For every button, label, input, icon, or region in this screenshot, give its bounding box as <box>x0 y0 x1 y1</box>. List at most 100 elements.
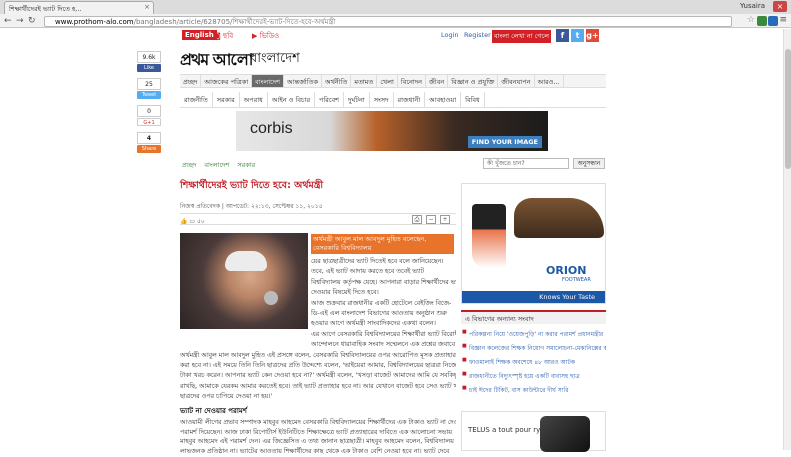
subnav-tab[interactable]: আবহাওয়া <box>425 92 462 107</box>
share-sidebar: 9.6k Like 25 Tweet 0 G+1 4 Share <box>137 51 161 159</box>
related-news-item[interactable]: রাজধানীতে বিদ্যুৎস্পৃষ্ট হয়ে একটি বাবাস… <box>461 371 606 382</box>
share-count: 4 <box>137 132 161 144</box>
subnav-tab[interactable]: রাজনীতি <box>180 92 213 107</box>
photo-link[interactable]: ◙ ছবি <box>214 30 233 42</box>
zoom-out-icon[interactable]: − <box>426 215 436 224</box>
nav-tab[interactable]: মতামত <box>351 75 378 87</box>
article-line: এর আগে বেসরকারি বিশ্ববিদ্যালয়ের শিক্ষার… <box>311 330 456 338</box>
article-line: হওয়ার আগে অর্থমন্ত্রী সাংবাদিকদের একথা … <box>311 320 436 328</box>
nav-tab[interactable]: বিনোদন <box>398 75 427 87</box>
article-subhead: ভ্যাট না দেওয়ার পরামর্শ <box>180 407 247 415</box>
related-news-item[interactable]: পরিকল্পনা নিয়ে 'ওয়েজপুড়ি' না করার পরা… <box>461 329 606 340</box>
nav-tab[interactable]: অর্থনীতি <box>322 75 352 87</box>
article-photo <box>180 233 308 329</box>
video-link[interactable]: ▶ ভিডিও <box>252 30 279 42</box>
subnav-tab[interactable]: আইন ও বিচার <box>268 92 316 107</box>
subnav-tab[interactable]: দুর্ঘটনা <box>344 92 370 107</box>
subnav-tab[interactable]: সরকার <box>213 92 240 107</box>
nav-tab[interactable]: জীবনযাপন <box>498 75 535 87</box>
breadcrumb-link[interactable]: বাংলাদেশ <box>204 161 229 169</box>
bookmark-star-icon[interactable]: ☆ <box>747 15 755 25</box>
article-line: করা হবে না। এই সময়ে তিনি তিনি ছাত্রদের … <box>180 362 456 369</box>
nav-tab[interactable]: খেলা <box>377 75 398 87</box>
breadcrumb-link[interactable]: প্রচ্ছদ <box>182 161 196 169</box>
orion-ad[interactable]: ORION FOOTWEAR Knows Your Taste <box>461 183 606 304</box>
share-button[interactable]: Share <box>137 145 161 153</box>
window-close-icon[interactable]: × <box>773 1 787 12</box>
facebook-icon[interactable]: f <box>556 29 569 42</box>
browser-toolbar: ← → ↻ www.prothom-alo.com/bangladesh/art… <box>0 14 791 28</box>
nav-tab[interactable]: জীবন <box>426 75 449 87</box>
tab-title: শিক্ষার্থীদেরই ভ্যাট দিতে হ... <box>9 5 82 13</box>
subnav-tab[interactable]: অপরাধ <box>240 92 268 107</box>
page-scrollbar[interactable] <box>783 29 791 450</box>
related-news-item[interactable]: চাই ঈদের টিকিট, বাস কাউন্টারে দীর্ঘ সারি <box>461 385 606 396</box>
article-line: অর্থমন্ত্রী আবুল মাল আবদুল মুহিত এই প্রস… <box>180 351 456 359</box>
nav-tab[interactable]: বিজ্ঞান ও প্রযুক্তি <box>448 75 499 87</box>
subnav-tab[interactable]: বিবিধ <box>461 92 485 107</box>
corbis-ad-banner[interactable]: corbis FIND YOUR IMAGE <box>236 111 548 151</box>
subnav-tab[interactable]: রাজধানী <box>394 92 426 107</box>
article-line: আন্দোলনে ধারাবাহিক সংবাদ সম্মেলনে এক প্র… <box>311 341 455 349</box>
print-icon[interactable]: ⎙ <box>412 215 422 224</box>
section-title: বাংলাদেশ <box>250 51 300 66</box>
url-path: /bangladesh/article/628705/শিক্ষার্থীদের… <box>133 18 336 26</box>
subnav-tab[interactable]: সংসদ <box>370 92 394 107</box>
search-button[interactable]: অনুসন্ধান <box>573 158 605 169</box>
comment-count: ৫০ <box>197 218 205 225</box>
sub-nav: রাজনীতি সরকার অপরাধ আইন ও বিচার পরিবেশ দুর্ঘট… <box>180 92 606 108</box>
photo-hair <box>225 251 267 271</box>
googleplus-icon[interactable]: g+ <box>586 29 599 42</box>
profile-name[interactable]: Yusaira <box>740 2 765 10</box>
extension-icon[interactable] <box>757 16 767 26</box>
scrollbar-thumb[interactable] <box>785 49 791 169</box>
english-link[interactable]: English <box>182 30 217 40</box>
subnav-tab[interactable]: পরিবেশ <box>315 92 344 107</box>
extension-icon[interactable] <box>768 16 778 26</box>
telus-ad[interactable]: TELUS a tout pour rythmer <box>461 411 606 452</box>
twitter-icon[interactable]: t <box>571 29 584 42</box>
page: 9.6k Like 25 Tweet 0 G+1 4 Share English… <box>0 29 791 455</box>
gplus-button[interactable]: G+1 <box>137 118 161 126</box>
register-link[interactable]: Register <box>464 31 491 39</box>
nav-tab[interactable]: প্রচ্ছদ <box>180 75 202 87</box>
zoom-in-icon[interactable]: + <box>440 215 450 224</box>
nav-tab[interactable]: বাংলাদেশ <box>252 75 285 87</box>
tab-close-icon[interactable]: × <box>144 3 150 11</box>
nav-tab[interactable]: আরও... <box>535 75 564 87</box>
bangla-typing-link[interactable]: বাংলা লেখা না গেলে <box>492 30 551 43</box>
browser-tab[interactable]: শিক্ষার্থীদেরই ভ্যাট দিতে হ... × <box>4 1 154 14</box>
breadcrumb-link[interactable]: সরকার <box>237 161 255 169</box>
back-icon[interactable]: ← <box>4 16 12 26</box>
ad-brand-orion: ORION <box>546 264 587 277</box>
search-input[interactable]: কী খুঁজতে চান? <box>483 158 569 169</box>
article-line: ডি-এই এল বাংলাদেশ বিভাগের আওতায় অনুষ্ঠা… <box>311 310 447 317</box>
related-news-item[interactable]: বিজ্ঞান কলেজের শিক্ষক নিয়োগ সমালোচনা-মে… <box>461 343 606 354</box>
comment-icon[interactable]: ▭ <box>189 218 195 225</box>
telus-phone-image <box>540 416 590 452</box>
photo-label: ছবি <box>223 32 234 40</box>
article-line: দেওয়ার বিষয়েই দিতে হবে। <box>311 289 379 297</box>
like-icon[interactable]: 👍 <box>180 218 187 225</box>
address-bar[interactable]: www.prothom-alo.com/bangladesh/article/6… <box>44 16 732 27</box>
gplus-count: 0 <box>137 105 161 117</box>
nav-tab[interactable]: আন্তর্জাতিক <box>284 75 323 87</box>
breadcrumb: প্রচ্ছদ বাংলাদেশ সরকার <box>182 160 263 171</box>
article-tools: 👍 ▭ ৫০ ⎙ − + <box>180 213 456 225</box>
ad-cta[interactable]: FIND YOUR IMAGE <box>467 136 542 148</box>
article-line: য়ের ছাত্রছাত্রীদের ভ্যাট দিতেই হবে বলে … <box>311 258 444 265</box>
related-news-item[interactable]: ফাওমালাই শিক্ষক অবশেষে ৪৮ আরও আটক <box>461 357 606 368</box>
forward-icon[interactable]: → <box>16 16 24 26</box>
top-bar: English ◙ ছবি ▶ ভিডিও Login Register বাং… <box>178 29 608 43</box>
site-container: English ◙ ছবি ▶ ভিডিও Login Register বাং… <box>178 29 608 455</box>
tweet-button[interactable]: Tweet <box>137 91 161 99</box>
facebook-like-button[interactable]: Like <box>137 64 161 72</box>
nav-tab[interactable]: আজকের পত্রিকা <box>201 75 253 87</box>
reload-icon[interactable]: ↻ <box>28 16 36 26</box>
login-link[interactable]: Login <box>441 31 459 39</box>
site-logo[interactable]: প্রথম আলো <box>180 47 253 74</box>
ad-shoe-heel <box>472 204 506 268</box>
menu-icon[interactable]: ≡ <box>779 15 787 25</box>
photo-microphone <box>264 291 278 305</box>
url-host: www.prothom-alo.com <box>55 18 134 26</box>
